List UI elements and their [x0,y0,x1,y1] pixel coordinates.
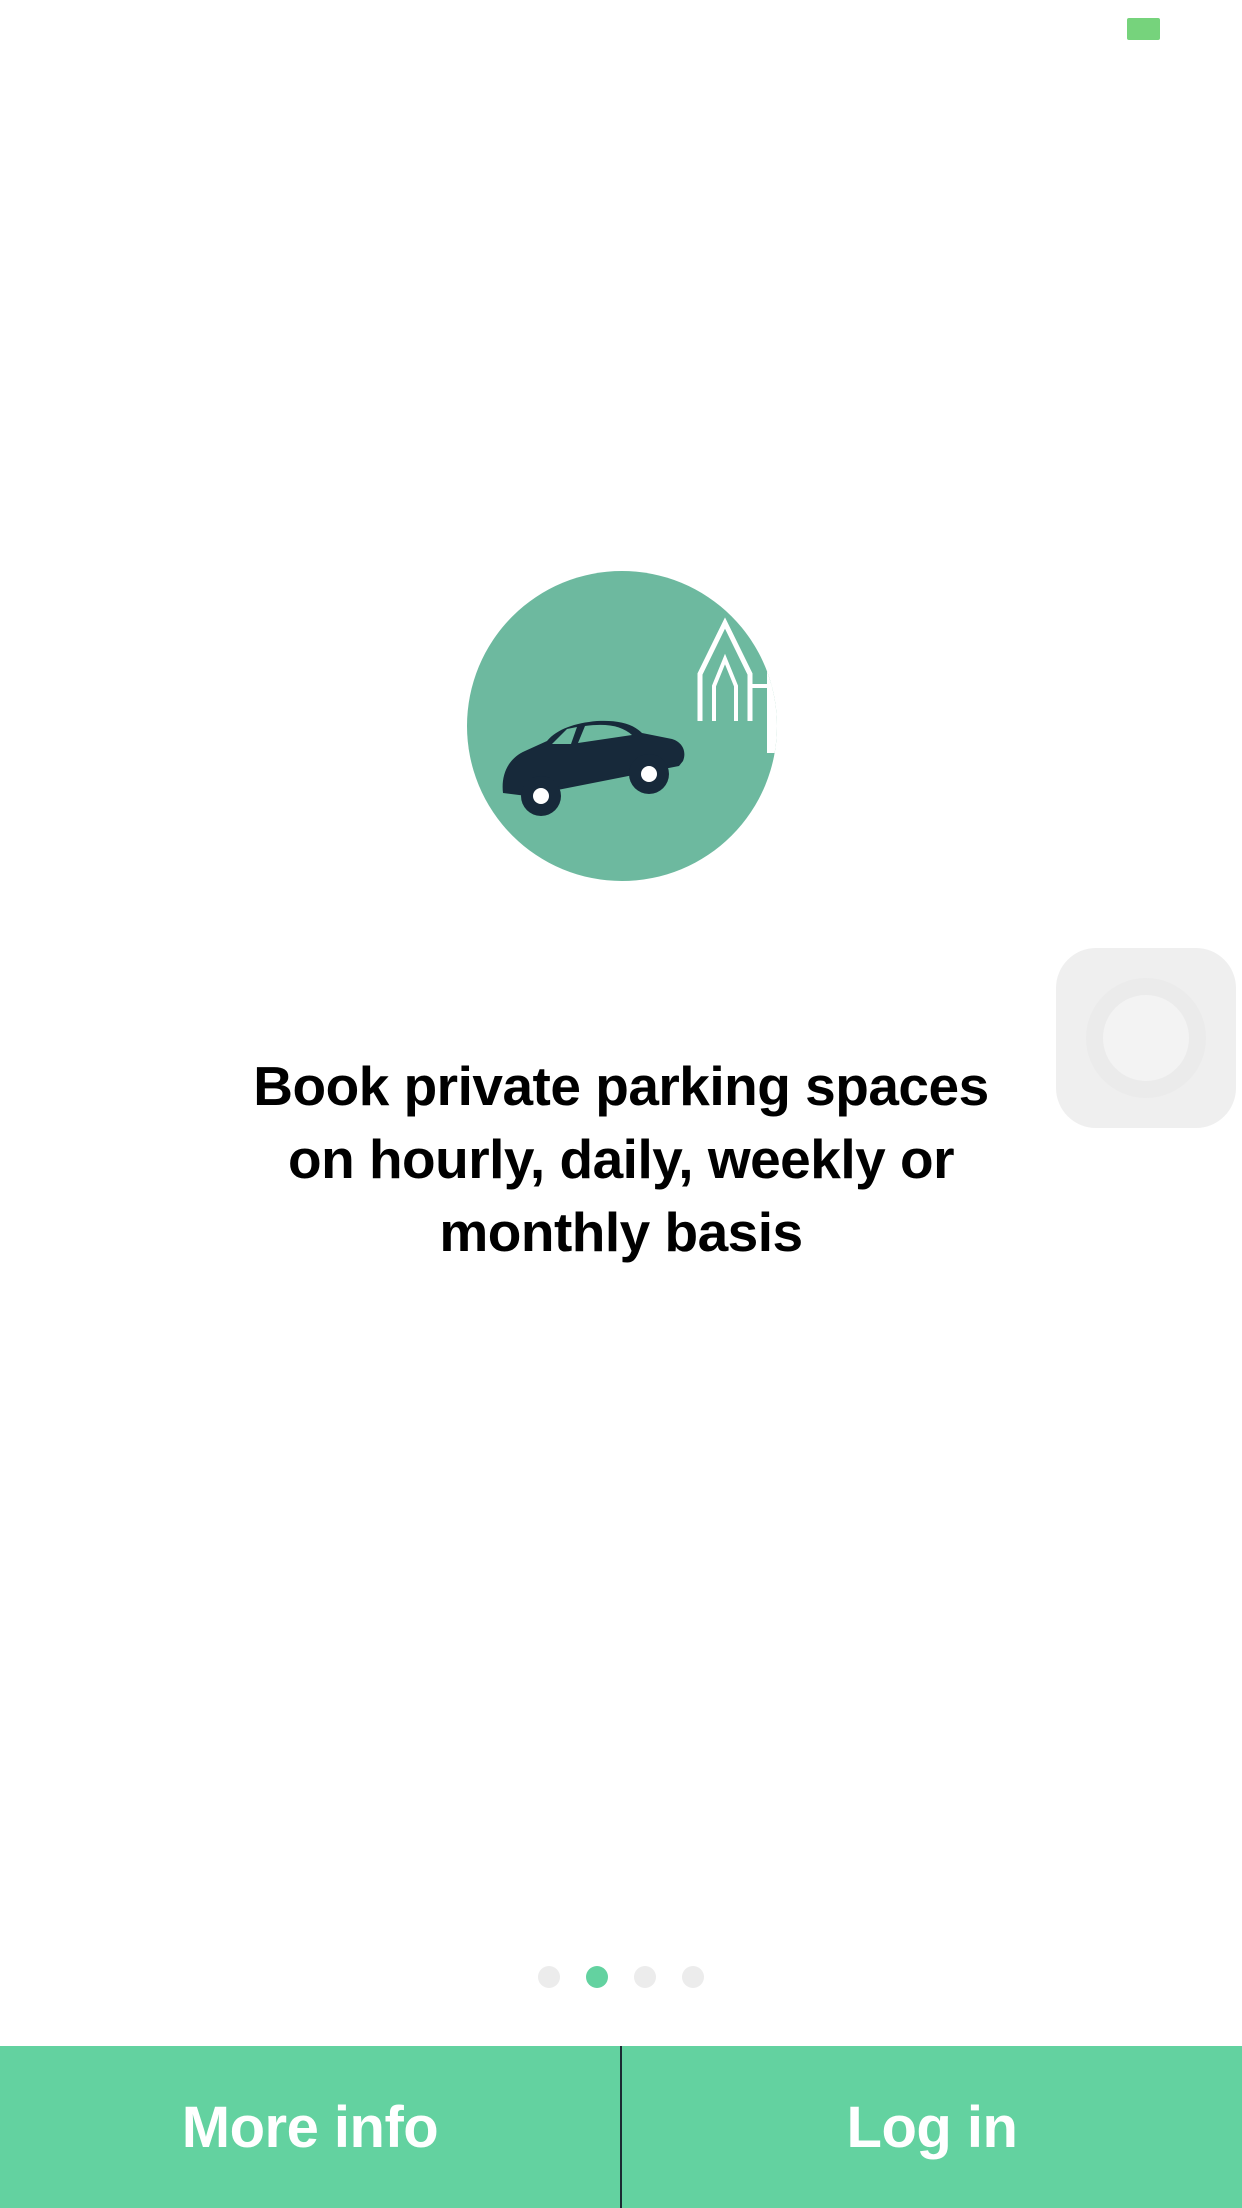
car-parking-illustration [467,571,777,881]
page-dot-2[interactable] [586,1966,608,1988]
hero-illustration [467,571,777,881]
page-dot-1[interactable] [538,1966,560,1988]
house-wall [767,613,777,753]
page-indicator [538,1966,708,1990]
headline-text: Book private parking spaces on hourly, d… [253,1055,989,1263]
log-in-button[interactable]: Log in [622,2046,1242,2208]
onboarding-screen: Book private parking spaces on hourly, d… [0,0,1242,2208]
page-dot-3[interactable] [634,1966,656,1988]
bottom-action-bar: More info Log in [0,2046,1242,2208]
more-info-button[interactable]: More info [0,2046,620,2208]
battery-icon [1127,18,1160,40]
assistive-touch-button[interactable] [1056,948,1236,1128]
page-dot-4[interactable] [682,1966,704,1988]
